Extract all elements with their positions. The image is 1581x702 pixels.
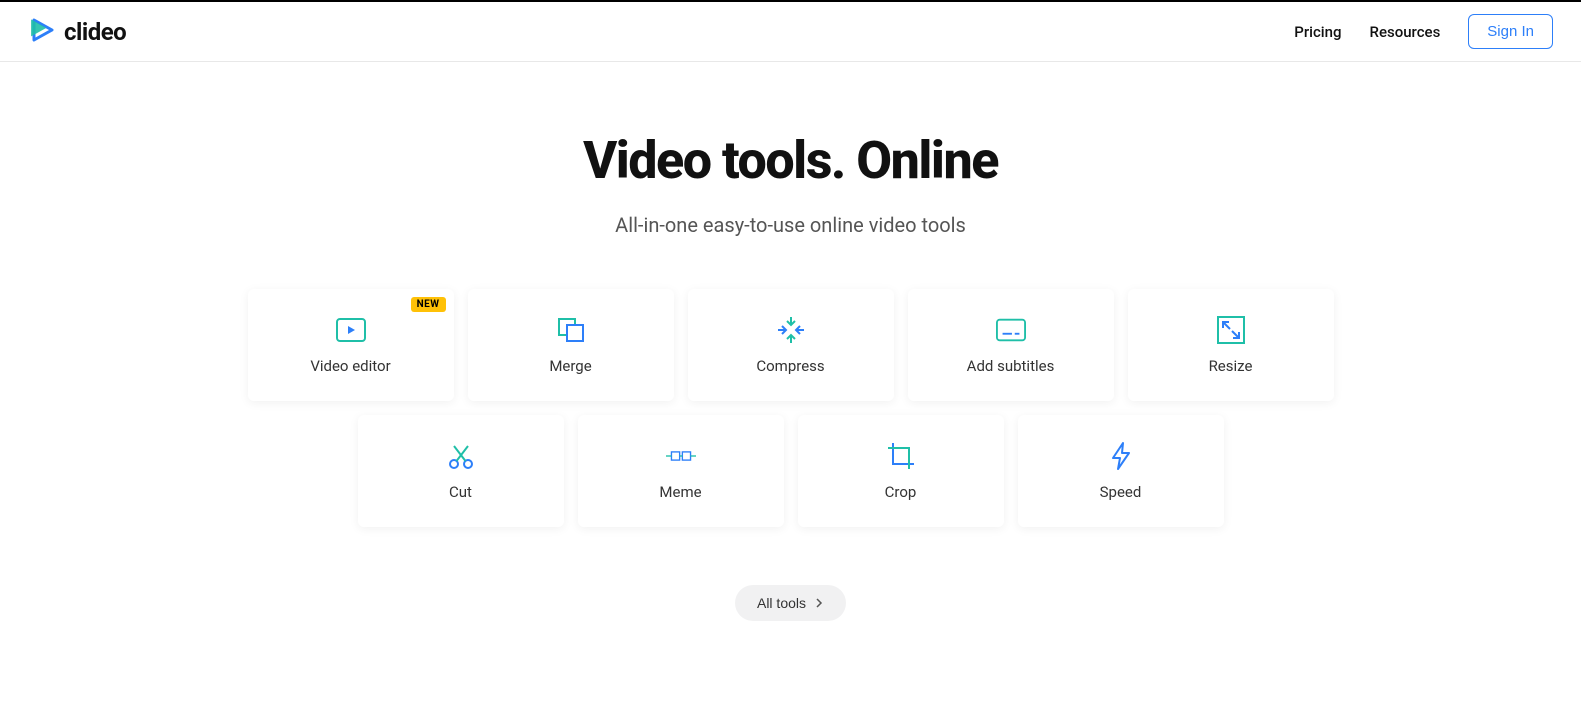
signin-button[interactable]: Sign In [1468,14,1553,49]
all-tools-button[interactable]: All tools [735,585,846,621]
compress-icon [776,315,806,345]
header: clideo Pricing Resources Sign In [0,0,1581,62]
play-logo-icon [28,16,56,48]
tool-card-add-subtitles[interactable]: Add subtitles [908,289,1114,401]
tool-card-speed[interactable]: Speed [1018,415,1224,527]
nav-resources[interactable]: Resources [1370,23,1441,41]
new-badge: NEW [411,297,446,312]
brand-logo[interactable]: clideo [28,16,126,48]
tool-card-meme[interactable]: Meme [578,415,784,527]
tool-label: Add subtitles [967,357,1055,375]
meme-icon [666,441,696,471]
page-title: Video tools. Online [0,130,1581,191]
tools-grid: NEW Video editor Merge Compress [0,289,1581,527]
merge-icon [556,315,586,345]
hero-section: Video tools. Online All-in-one easy-to-u… [0,62,1581,621]
crop-icon [886,441,916,471]
tool-card-compress[interactable]: Compress [688,289,894,401]
tool-card-resize[interactable]: Resize [1128,289,1334,401]
tool-label: Video editor [310,357,390,375]
tool-label: Crop [885,483,917,501]
brand-name: clideo [64,18,126,46]
tool-label: Resize [1209,357,1253,375]
tool-label: Merge [549,357,591,375]
tool-card-cut[interactable]: Cut [358,415,564,527]
tools-row-2: Cut Meme Crop Speed [358,415,1224,527]
resize-icon [1216,315,1246,345]
tool-label: Compress [756,357,824,375]
tool-label: Cut [449,483,472,501]
cut-icon [446,441,476,471]
speed-icon [1106,441,1136,471]
chevron-right-icon [814,595,824,611]
tools-row-1: NEW Video editor Merge Compress [248,289,1334,401]
top-nav: Pricing Resources Sign In [1294,14,1553,49]
nav-pricing[interactable]: Pricing [1294,23,1341,41]
tool-label: Meme [659,483,701,501]
tool-card-merge[interactable]: Merge [468,289,674,401]
all-tools-label: All tools [757,595,806,611]
play-icon [336,315,366,345]
subtitles-icon [996,315,1026,345]
page-subtitle: All-in-one easy-to-use online video tool… [0,213,1581,237]
tool-label: Speed [1100,483,1142,501]
tool-card-crop[interactable]: Crop [798,415,1004,527]
tool-card-video-editor[interactable]: NEW Video editor [248,289,454,401]
